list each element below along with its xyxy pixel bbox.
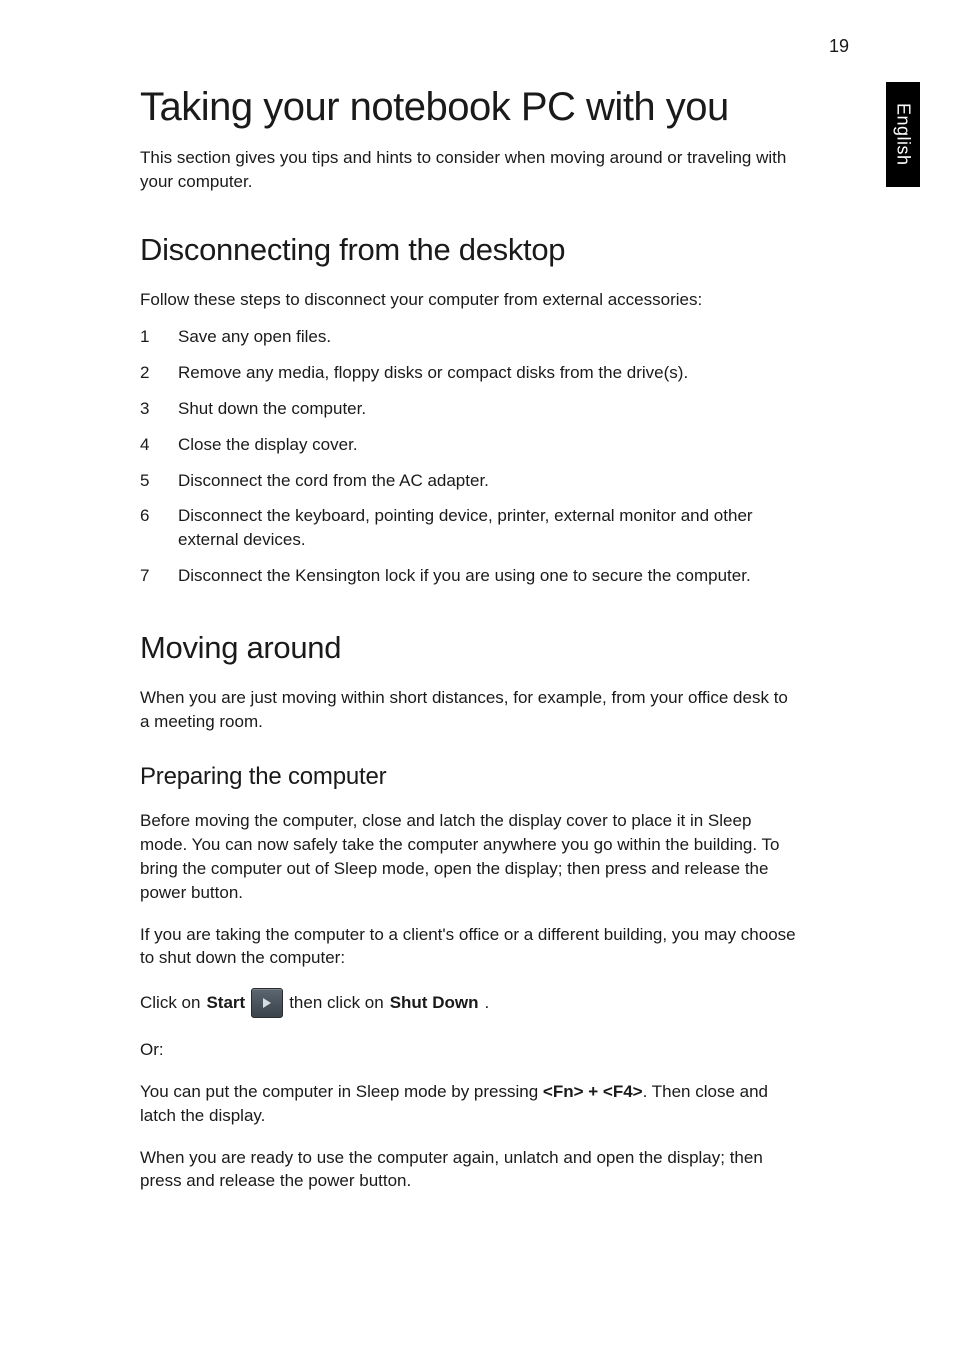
key-combo: <Fn> + <F4> bbox=[543, 1082, 643, 1101]
text-fragment: You can put the computer in Sleep mode b… bbox=[140, 1082, 543, 1101]
body-paragraph: You can put the computer in Sleep mode b… bbox=[140, 1080, 800, 1128]
text-then-click: then click on bbox=[289, 991, 384, 1015]
click-start-line: Click on Start then click on Shut Down. bbox=[140, 988, 800, 1018]
section-heading-moving: Moving around bbox=[140, 630, 800, 666]
section-heading-disconnecting: Disconnecting from the desktop bbox=[140, 232, 800, 268]
text-period: . bbox=[484, 991, 489, 1015]
page-number: 19 bbox=[829, 36, 849, 57]
steps-list: Save any open files. Remove any media, f… bbox=[140, 325, 800, 587]
list-item: Disconnect the cord from the AC adapter. bbox=[140, 469, 800, 493]
section-lead: When you are just moving within short di… bbox=[140, 686, 800, 734]
page-content: Taking your notebook PC with you This se… bbox=[140, 85, 800, 1211]
list-item: Disconnect the Kensington lock if you ar… bbox=[140, 564, 800, 588]
list-item: Close the display cover. bbox=[140, 433, 800, 457]
page-title: Taking your notebook PC with you bbox=[140, 85, 800, 130]
list-item: Remove any media, floppy disks or compac… bbox=[140, 361, 800, 385]
section-lead: Follow these steps to disconnect your co… bbox=[140, 288, 800, 312]
or-text: Or: bbox=[140, 1038, 800, 1062]
body-paragraph: If you are taking the computer to a clie… bbox=[140, 923, 800, 971]
intro-text: This section gives you tips and hints to… bbox=[140, 146, 800, 194]
language-tab: English bbox=[886, 82, 920, 187]
list-item: Shut down the computer. bbox=[140, 397, 800, 421]
body-paragraph: When you are ready to use the computer a… bbox=[140, 1146, 800, 1194]
start-label: Start bbox=[206, 991, 245, 1015]
shutdown-label: Shut Down bbox=[390, 991, 479, 1015]
body-paragraph: Before moving the computer, close and la… bbox=[140, 809, 800, 904]
text-click-on: Click on bbox=[140, 991, 200, 1015]
subsection-heading: Preparing the computer bbox=[140, 763, 800, 791]
list-item: Disconnect the keyboard, pointing device… bbox=[140, 504, 800, 552]
list-item: Save any open files. bbox=[140, 325, 800, 349]
windows-start-icon bbox=[251, 988, 283, 1018]
